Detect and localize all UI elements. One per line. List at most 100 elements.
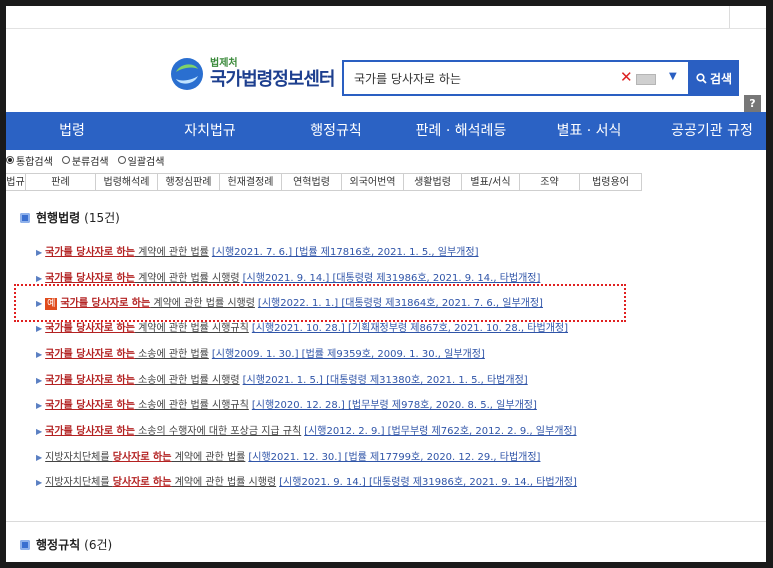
result-keyword[interactable]: 국가를 당사자로 하는 <box>60 298 150 309</box>
site-header: 법제처 국가법령정보센터 ✕ ▼ 검색 ? <box>6 29 766 113</box>
tab-law-interpretation[interactable]: 법령해석례 <box>96 173 158 191</box>
result-meta[interactable]: [시행2021. 12. 30.] [법률 제17799호, 2020. 12.… <box>248 452 540 463</box>
nav-item-admin-rules[interactable]: 행정규칙 <box>310 112 362 150</box>
result-item[interactable]: ▶ 국가를 당사자로 하는 소송에 관한 법률 시행규칙 [시행2020. 12. … <box>36 399 537 413</box>
tab-foreign-translation[interactable]: 외국어번역 <box>342 173 404 191</box>
result-title[interactable]: 소송의 수행자에 대한 포상금 지급 규칙 <box>135 426 301 437</box>
result-meta[interactable]: [시행2021. 9. 14.] [대통령령 제31986호, 2021. 9.… <box>243 273 541 284</box>
tab-laws[interactable]: 법규 <box>6 173 26 191</box>
radio-unchecked-icon <box>117 156 126 164</box>
tab-precedents[interactable]: 판례 <box>26 173 96 191</box>
result-title[interactable]: 소송에 관한 법률 시행령 <box>135 375 240 386</box>
section-bullet-icon <box>20 539 30 550</box>
bullet-arrow-icon: ▶ <box>36 274 43 283</box>
bullet-arrow-icon: ▶ <box>36 401 43 410</box>
bullet-arrow-icon: ▶ <box>36 376 43 385</box>
result-item[interactable]: ▶ 예 국가를 당사자로 하는 계약에 관한 법률 시행령 [시행2022. 1. 1… <box>36 297 543 311</box>
radio-category-search[interactable]: 분류검색 <box>61 153 109 168</box>
nav-item-appendix-forms[interactable]: 별표 · 서식 <box>557 112 622 150</box>
result-item[interactable]: ▶ 국가를 당사자로 하는 계약에 관한 법률 시행규칙 [시행2021. 10. … <box>36 322 568 336</box>
search-input[interactable] <box>354 62 594 94</box>
result-keyword[interactable]: 국가를 당사자로 하는 <box>45 349 135 360</box>
result-title[interactable]: 계약에 관한 법률 <box>171 452 246 463</box>
category-tabs: 법규 판례 법령해석례 행정심판례 헌재결정례 연혁법령 외국어번역 생활법령 … <box>6 173 642 191</box>
result-meta[interactable]: [시행2012. 2. 9.] [법무부령 제762호, 2012. 2. 9.… <box>304 426 576 437</box>
result-item[interactable]: ▶ 국가를 당사자로 하는 소송에 관한 법률 [시행2009. 1. 30.] [… <box>36 348 485 362</box>
browser-page: 법제처 국가법령정보센터 ✕ ▼ 검색 ? 법령 자치법규 행정규칙 판례 · … <box>6 6 766 562</box>
result-title[interactable]: 계약에 관한 법률 <box>135 247 209 258</box>
radio-label: 통합검색 <box>16 156 53 168</box>
nav-item-laws[interactable]: 법령 <box>59 112 85 150</box>
clear-icon[interactable]: ✕ <box>620 68 633 86</box>
result-title[interactable]: 계약에 관한 법률 시행규칙 <box>135 323 249 334</box>
bullet-arrow-icon: ▶ <box>36 248 43 257</box>
section-admin-rules: 행정규칙 (6건) <box>20 536 112 553</box>
result-meta[interactable]: [시행2021. 10. 28.] [기획재정부령 제867호, 2021. 1… <box>252 323 568 334</box>
radio-label: 일괄검색 <box>127 156 165 168</box>
tab-legal-terms[interactable]: 법령용어 <box>580 173 642 191</box>
result-item[interactable]: ▶ 지방자치단체를 당사자로 하는 계약에 관한 법률 [시행2021. 12. 3… <box>36 451 540 465</box>
radio-unchecked-icon <box>61 156 70 164</box>
logo-title: 국가법령정보센터 <box>210 69 335 90</box>
bullet-arrow-icon: ▶ <box>36 350 43 359</box>
result-keyword[interactable]: 국가를 당사자로 하는 <box>45 375 135 386</box>
search-button[interactable]: 검색 <box>689 60 739 96</box>
nav-item-precedents[interactable]: 판례 · 해석례등 <box>416 112 507 150</box>
tab-law-history[interactable]: 연혁법령 <box>282 173 342 191</box>
window-edge <box>729 6 766 28</box>
result-item[interactable]: ▶ 지방자치단체를 당사자로 하는 계약에 관한 법률 시행령 [시행2021. 9… <box>36 476 577 490</box>
result-keyword[interactable]: 국가를 당사자로 하는 <box>45 323 135 334</box>
search-button-label: 검색 <box>709 71 733 86</box>
tab-constitutional-decision[interactable]: 헌재결정례 <box>220 173 282 191</box>
result-item[interactable]: ▶ 국가를 당사자로 하는 소송에 관한 법률 시행령 [시행2021. 1. 5.… <box>36 374 528 388</box>
result-prefix[interactable]: 지방자치단체를 <box>45 452 113 463</box>
bullet-arrow-icon: ▶ <box>36 324 43 333</box>
radio-integrated-search[interactable]: 통합검색 <box>6 153 53 168</box>
section-bullet-icon <box>20 212 30 223</box>
result-meta[interactable]: [시행2009. 1. 30.] [법률 제9359호, 2009. 1. 30… <box>212 349 485 360</box>
result-meta[interactable]: [시행2021. 1. 5.] [대통령령 제31380호, 2021. 1. … <box>243 375 528 386</box>
result-meta[interactable]: [시행2022. 1. 1.] [대통령령 제31864호, 2021. 7. … <box>258 298 543 309</box>
result-title[interactable]: 소송에 관한 법률 <box>135 349 209 360</box>
site-logo[interactable]: 법제처 국가법령정보센터 <box>170 57 335 91</box>
section-count: (6건) <box>84 538 113 552</box>
result-title[interactable]: 계약에 관한 법률 시행령 <box>150 298 255 309</box>
nav-item-public-institution-rules[interactable]: 공공기관 규정 <box>671 112 753 150</box>
search-box: ✕ ▼ <box>342 60 690 96</box>
bullet-arrow-icon: ▶ <box>36 299 43 308</box>
result-meta[interactable]: [시행2021. 7. 6.] [법률 제17816호, 2021. 1. 5.… <box>212 247 479 258</box>
result-keyword[interactable]: 국가를 당사자로 하는 <box>45 247 135 258</box>
section-count: (15건) <box>84 211 120 225</box>
tab-living-laws[interactable]: 생활법령 <box>404 173 462 191</box>
chevron-down-icon[interactable]: ▼ <box>669 71 677 82</box>
section-title: 행정규칙 <box>36 538 81 552</box>
preview-badge: 예 <box>45 298 58 310</box>
result-meta[interactable]: [시행2020. 12. 28.] [법무부령 제978호, 2020. 8. … <box>252 400 537 411</box>
tab-treaties[interactable]: 조약 <box>520 173 580 191</box>
tab-admin-appeal[interactable]: 행정심판례 <box>158 173 220 191</box>
result-keyword[interactable]: 국가를 당사자로 하는 <box>45 426 135 437</box>
tab-appendix-forms[interactable]: 별표/서식 <box>462 173 520 191</box>
result-prefix[interactable]: 지방자치단체를 <box>45 477 113 488</box>
result-title[interactable]: 계약에 관한 법률 시행령 <box>171 477 277 488</box>
nav-item-local-regulations[interactable]: 자치법규 <box>184 112 236 150</box>
result-title[interactable]: 소송에 관한 법률 시행규칙 <box>135 400 249 411</box>
section-divider <box>6 521 766 522</box>
result-meta[interactable]: [시행2021. 9. 14.] [대통령령 제31986호, 2021. 9.… <box>279 477 577 488</box>
result-keyword[interactable]: 당사자로 하는 <box>113 477 172 488</box>
section-title: 현행법령 <box>36 211 81 225</box>
search-icon <box>696 72 707 84</box>
logo-emblem-icon <box>171 58 203 90</box>
result-keyword[interactable]: 국가를 당사자로 하는 <box>45 400 135 411</box>
main-nav: 법령 자치법규 행정규칙 판례 · 해석례등 별표 · 서식 공공기관 규정 <box>6 112 766 150</box>
help-button[interactable]: ? <box>744 95 761 112</box>
result-item[interactable]: ▶ 국가를 당사자로 하는 소송의 수행자에 대한 포상금 지급 규칙 [시행201… <box>36 425 577 439</box>
search-mode-options: 통합검색 분류검색 일괄검색 <box>6 152 173 168</box>
result-title[interactable]: 계약에 관한 법률 시행령 <box>135 273 240 284</box>
radio-batch-search[interactable]: 일괄검색 <box>117 153 165 168</box>
result-keyword[interactable]: 국가를 당사자로 하는 <box>45 273 135 284</box>
bullet-arrow-icon: ▶ <box>36 478 43 487</box>
result-keyword[interactable]: 당사자로 하는 <box>113 452 172 463</box>
keyboard-icon[interactable] <box>636 74 656 85</box>
result-item[interactable]: ▶ 국가를 당사자로 하는 계약에 관한 법률 [시행2021. 7. 6.] [법… <box>36 246 478 260</box>
